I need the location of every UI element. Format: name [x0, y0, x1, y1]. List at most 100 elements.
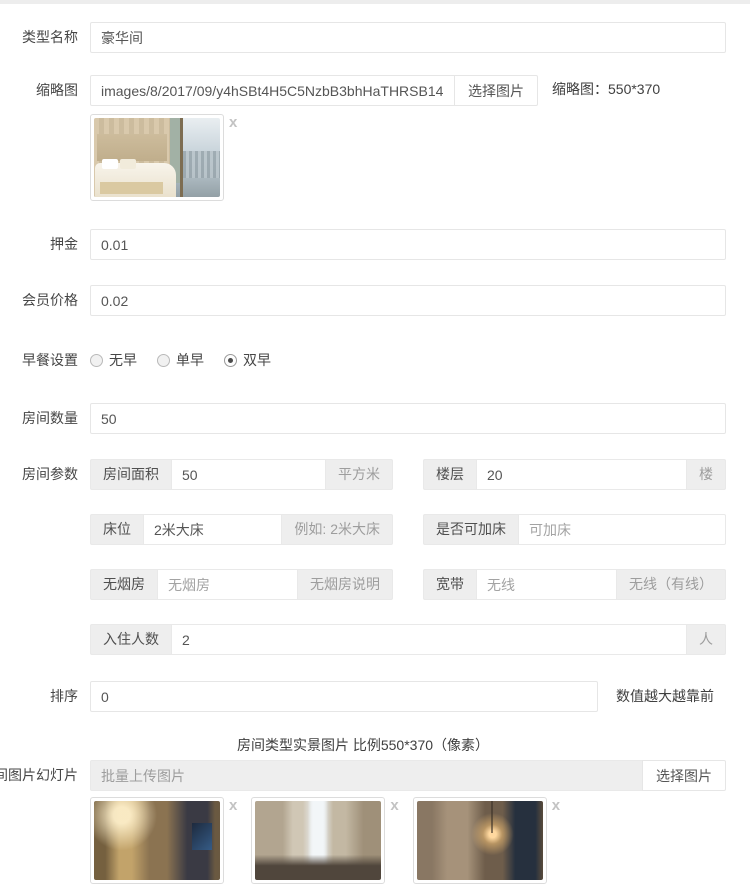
sort-label: 排序: [0, 681, 90, 712]
thumbnail-image[interactable]: [90, 114, 224, 201]
thumbnail-label: 缩略图: [0, 75, 90, 106]
slideshow-item: x: [90, 797, 237, 884]
area-prepend: 房间面积: [90, 459, 171, 490]
form-row-sort: 排序 数值越大越靠前: [0, 681, 726, 712]
photo-pillow: [102, 159, 118, 168]
breakfast-label: 早餐设置: [0, 345, 90, 376]
slideshow-label: 房间图片幻灯片: [0, 760, 90, 791]
room-params-row: 无烟房 无烟房说明 宽带 无线（有线）: [90, 569, 726, 600]
room-count-label: 房间数量: [0, 403, 90, 434]
radio-icon[interactable]: [224, 354, 237, 367]
thumbnail-controls: 选择图片 缩略图：550*370: [90, 75, 726, 106]
occupancy-prepend: 入住人数: [90, 624, 171, 655]
photo-lamp: [491, 801, 493, 833]
bed-append: 例如: 2米大床: [282, 514, 393, 545]
form-row-breakfast: 早餐设置 无早 单早 双早: [0, 345, 726, 376]
slideshow-previews: x x x: [90, 797, 574, 884]
extra-bed-input[interactable]: [518, 514, 726, 545]
remove-slideshow-image-icon[interactable]: x: [552, 798, 560, 813]
no-smoking-input[interactable]: [157, 569, 298, 600]
radio-icon[interactable]: [157, 354, 170, 367]
floor-prepend: 楼层: [423, 459, 476, 490]
room-photo: [94, 801, 220, 880]
form-row-deposit: 押金: [0, 229, 726, 260]
room-params-grid: 房间面积 平方米 楼层 楼 床位 例如: 2米大床 是否可加床: [90, 459, 726, 655]
gallery-section-title: 房间类型实景图片 比例550*370（像素）: [0, 736, 726, 754]
breakfast-option-single[interactable]: 单早: [157, 345, 204, 376]
radio-label: 双早: [243, 345, 271, 376]
remove-thumbnail-icon[interactable]: x: [229, 115, 237, 130]
photo-window-frame: [180, 118, 183, 197]
member-price-input[interactable]: [90, 285, 726, 316]
form-row-thumbnail: 缩略图 选择图片 缩略图：550*370: [0, 75, 726, 106]
form-row-room-count: 房间数量: [0, 403, 726, 434]
slideshow-controls: 选择图片: [90, 760, 726, 791]
slideshow-item: x: [251, 797, 398, 884]
radio-label: 无早: [109, 345, 137, 376]
slideshow-choose-button[interactable]: 选择图片: [642, 760, 726, 791]
radio-label: 单早: [176, 345, 204, 376]
bed-input[interactable]: [143, 514, 282, 545]
form-row-type-name: 类型名称: [0, 22, 726, 53]
extra-bed-group: 是否可加床: [423, 514, 726, 545]
floor-group: 楼层 楼: [423, 459, 726, 490]
floor-input[interactable]: [476, 459, 687, 490]
room-count-input[interactable]: [90, 403, 726, 434]
breakfast-option-double[interactable]: 双早: [224, 345, 271, 376]
form-row-room-params: 房间参数 房间面积 平方米 楼层 楼 床位 例如: 2米大床: [0, 459, 726, 655]
form-row-thumbnail-preview: x: [0, 114, 726, 201]
room-params-row: 床位 例如: 2米大床 是否可加床: [90, 514, 726, 545]
area-input[interactable]: [171, 459, 326, 490]
thumbnail-preview: x: [90, 114, 237, 201]
photo-headboard: [97, 134, 168, 161]
room-photo: [255, 801, 381, 880]
batch-upload-input[interactable]: [90, 760, 643, 791]
broadband-append: 无线（有线）: [617, 569, 726, 600]
form-row-member-price: 会员价格: [0, 285, 726, 316]
deposit-label: 押金: [0, 229, 90, 260]
room-type-form: 类型名称 缩略图 选择图片 缩略图：550*370: [0, 4, 750, 884]
room-params-row: 入住人数 人: [90, 624, 726, 655]
thumbnail-path-input[interactable]: [90, 75, 455, 106]
photo-blanket: [100, 182, 163, 194]
remove-slideshow-image-icon[interactable]: x: [229, 798, 237, 813]
floor-append: 楼: [687, 459, 726, 490]
room-photo: [417, 801, 543, 880]
type-name-input[interactable]: [90, 22, 726, 53]
bed-group: 床位 例如: 2米大床: [90, 514, 393, 545]
broadband-group: 宽带 无线（有线）: [423, 569, 726, 600]
room-params-label: 房间参数: [0, 459, 90, 490]
slideshow-image-3[interactable]: [413, 797, 547, 884]
room-photo: [94, 118, 220, 197]
area-group: 房间面积 平方米: [90, 459, 393, 490]
sort-note: 数值越大越靠前: [616, 681, 714, 712]
form-row-slideshow-previews: x x x: [0, 797, 726, 884]
member-price-label: 会员价格: [0, 285, 90, 316]
occupancy-append: 人: [687, 624, 726, 655]
no-smoking-group: 无烟房 无烟房说明: [90, 569, 393, 600]
breakfast-options: 无早 单早 双早: [90, 345, 291, 376]
thumbnail-choose-button[interactable]: 选择图片: [454, 75, 538, 106]
photo-tv: [192, 823, 212, 850]
photo-city-view: [183, 151, 220, 178]
no-smoking-append: 无烟房说明: [298, 569, 393, 600]
occupancy-input[interactable]: [171, 624, 687, 655]
extra-bed-prepend: 是否可加床: [423, 514, 518, 545]
thumbnail-size-hint: 缩略图：550*370: [552, 75, 660, 104]
occupancy-group: 入住人数 人: [90, 624, 726, 655]
type-name-label: 类型名称: [0, 22, 90, 53]
slideshow-image-2[interactable]: [251, 797, 385, 884]
room-params-row: 房间面积 平方米 楼层 楼: [90, 459, 726, 490]
no-smoking-prepend: 无烟房: [90, 569, 157, 600]
area-append: 平方米: [326, 459, 393, 490]
sort-input[interactable]: [90, 681, 598, 712]
slideshow-image-1[interactable]: [90, 797, 224, 884]
breakfast-option-none[interactable]: 无早: [90, 345, 137, 376]
slideshow-item: x: [413, 797, 560, 884]
broadband-input[interactable]: [476, 569, 617, 600]
radio-icon[interactable]: [90, 354, 103, 367]
deposit-input[interactable]: [90, 229, 726, 260]
bed-prepend: 床位: [90, 514, 143, 545]
form-row-slideshow: 房间图片幻灯片 选择图片: [0, 760, 726, 791]
remove-slideshow-image-icon[interactable]: x: [390, 798, 398, 813]
